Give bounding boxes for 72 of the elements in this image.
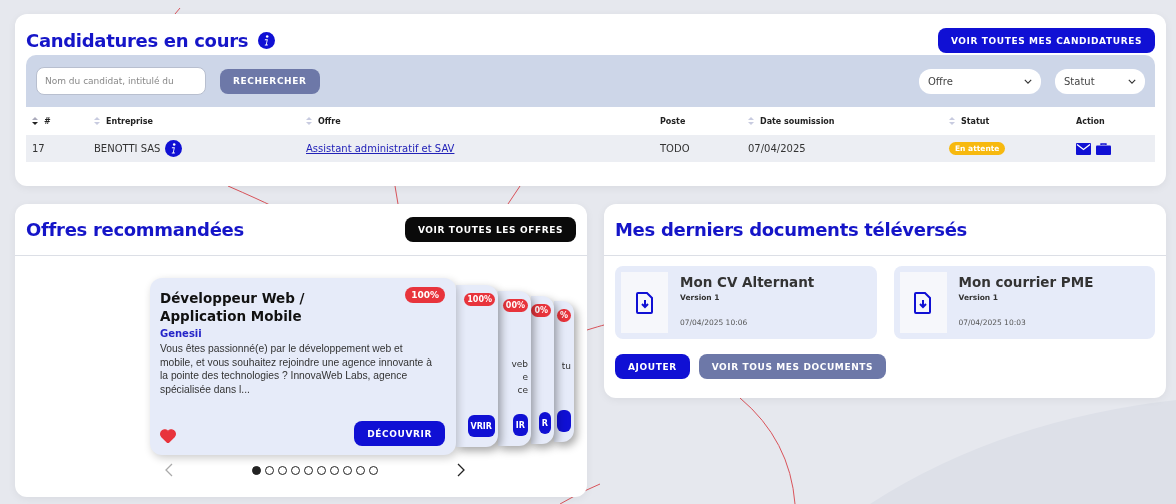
- discover-button[interactable]: IR: [512, 414, 528, 436]
- carousel-dot[interactable]: [369, 465, 378, 475]
- table-cell: TODO: [660, 143, 690, 154]
- view-all-applications-button[interactable]: VOIR TOUTES MES CANDIDATURES: [937, 28, 1155, 53]
- offer-title: Développeur Web / Application Mobile: [160, 289, 306, 325]
- carousel-dot[interactable]: [356, 465, 365, 475]
- table-cell: 17: [32, 143, 45, 154]
- decorative-line: [394, 185, 399, 205]
- search-button[interactable]: RECHERCHER: [220, 68, 320, 94]
- offer-description: e: [522, 372, 528, 382]
- view-all-offers-button[interactable]: VOIR TOUTES LES OFFRES: [404, 217, 576, 242]
- decorative-line: [174, 7, 181, 15]
- match-badge: 0%: [531, 304, 551, 317]
- filter-dropdown[interactable]: Offre: [919, 68, 1041, 94]
- info-icon[interactable]: [165, 140, 183, 157]
- section-title: Offres recommandées: [26, 219, 244, 240]
- next-icon[interactable]: [457, 463, 465, 477]
- column-header: Poste: [660, 116, 686, 126]
- offer-card[interactable]: [150, 278, 456, 455]
- discover-button[interactable]: R: [538, 412, 551, 434]
- discover-button[interactable]: VRIR: [467, 415, 495, 437]
- briefcase-icon[interactable]: [1096, 142, 1111, 155]
- column-header: Entreprise: [106, 116, 153, 126]
- filter-dropdown[interactable]: Statut: [1055, 68, 1145, 94]
- decorative-line: [507, 185, 521, 205]
- offer-card[interactable]: % tu: [554, 301, 574, 442]
- section-title: Candidatures en cours: [26, 30, 249, 51]
- match-badge: 100%: [464, 293, 495, 306]
- offer-card[interactable]: 100% VRIR: [456, 285, 498, 447]
- document-name: Mon courrier PME: [958, 274, 1094, 290]
- offer-card[interactable]: 0% R: [531, 296, 554, 444]
- carousel-dot[interactable]: [330, 465, 339, 475]
- carousel-dot[interactable]: [317, 465, 326, 475]
- column-header: Offre: [318, 116, 341, 126]
- offer-description: tu: [561, 361, 571, 371]
- heart-icon[interactable]: [160, 429, 176, 443]
- table-cell: BENOTTI SAS: [94, 143, 161, 154]
- table-cell: 07/04/2025: [748, 143, 806, 154]
- offer-description: ce: [517, 385, 528, 395]
- column-header: Date soumission: [760, 116, 835, 126]
- file-download-icon[interactable]: [914, 291, 932, 314]
- column-header: #: [44, 116, 51, 126]
- discover-button[interactable]: [557, 410, 571, 432]
- offer-card[interactable]: 00% veb e ce IR: [498, 291, 531, 446]
- view-all-documents-button[interactable]: VOIR TOUS MES DOCUMENTS: [698, 354, 887, 379]
- carousel-dot[interactable]: [291, 465, 300, 475]
- column-header: Statut: [961, 116, 990, 126]
- add-button[interactable]: AJOUTER: [615, 354, 690, 379]
- chevron-down-icon: [1024, 78, 1032, 84]
- match-badge: 100%: [405, 287, 445, 303]
- company-name: Genesii: [160, 328, 203, 339]
- match-badge: 00%: [502, 299, 528, 312]
- offer-link[interactable]: Assistant administratif et SAV: [306, 143, 455, 154]
- decorative-line: [586, 324, 605, 331]
- offer-description: Vous êtes passionné(e) par le développement web et mobile, et vous souhaitez rejoindre une agence innovante à la pointe des technologies ? InnovaWeb Labs, agence spécialisée dans l...: [160, 342, 433, 396]
- offer-description: veb: [511, 359, 528, 369]
- carousel-dot[interactable]: [343, 465, 352, 475]
- mail-icon[interactable]: [1076, 142, 1091, 155]
- discover-button[interactable]: DÉCOUVRIR: [354, 421, 445, 446]
- carousel-dot[interactable]: [304, 465, 313, 475]
- carousel-dot[interactable]: [252, 465, 261, 475]
- info-icon[interactable]: [258, 32, 276, 49]
- chevron-down-icon: [1128, 78, 1136, 84]
- match-badge: %: [557, 309, 571, 322]
- search-field[interactable]: Nom du candidat, intitulé du: [36, 67, 206, 95]
- column-header: Action: [1076, 116, 1105, 126]
- file-download-icon[interactable]: [635, 291, 654, 314]
- document-name: Mon CV Alternant: [680, 274, 815, 290]
- sort-icon[interactable]: [32, 116, 38, 126]
- carousel-dot[interactable]: [278, 465, 287, 475]
- section-title: Mes derniers documents téléversés: [615, 219, 967, 240]
- carousel-dot[interactable]: [265, 465, 274, 475]
